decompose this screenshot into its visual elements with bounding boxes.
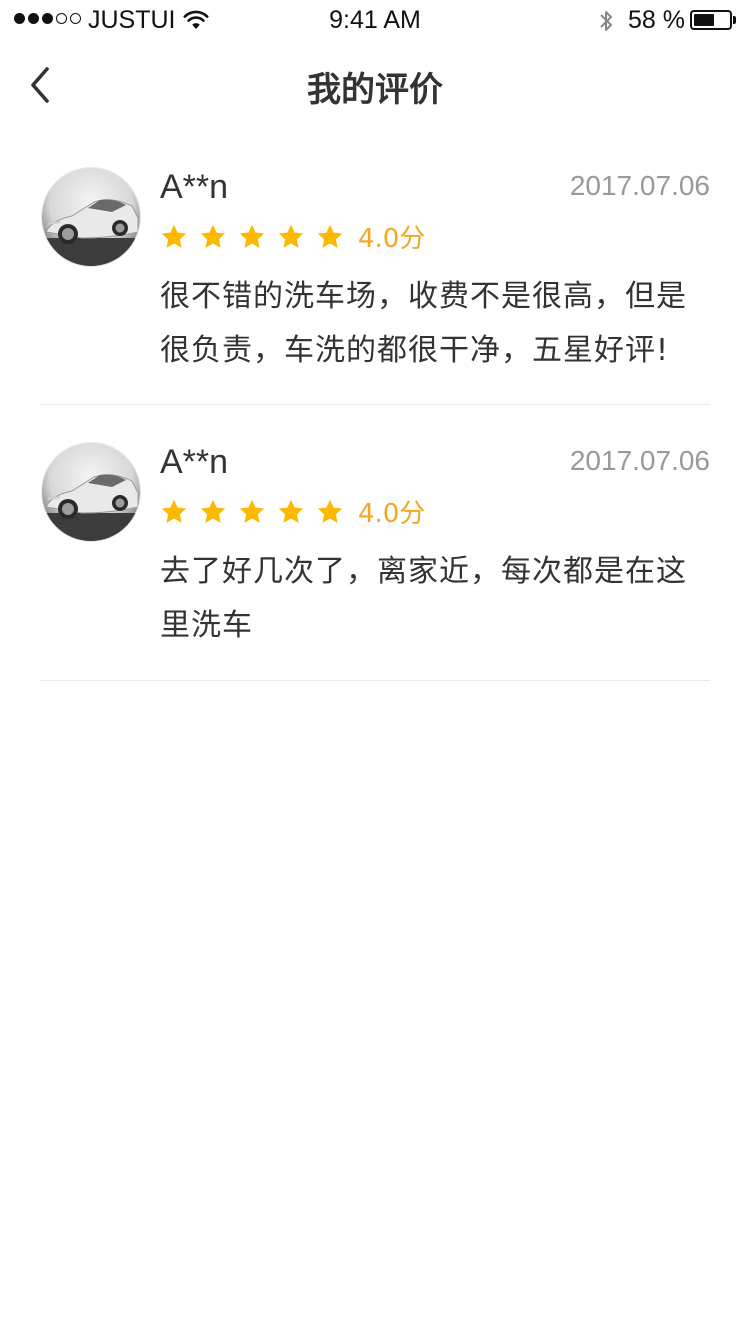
rating-score: 4.0分 xyxy=(358,224,426,254)
car-avatar-icon xyxy=(42,168,140,266)
star-icon xyxy=(239,499,265,523)
star-icon xyxy=(317,224,343,248)
star-rating: 4.0分 xyxy=(160,218,425,255)
star-icon xyxy=(239,224,265,248)
battery-percentage: 58 % xyxy=(628,6,685,34)
rating-score: 4.0分 xyxy=(358,499,426,529)
review-username: A**n xyxy=(160,168,229,206)
star-icon xyxy=(200,499,226,523)
stars-container xyxy=(160,498,355,526)
battery-tip xyxy=(733,16,736,24)
review-content: 很不错的洗车场，收费不是很高，但是很负责，车洗的都很干净，五星好评! xyxy=(160,279,687,368)
star-icon xyxy=(317,499,343,523)
status-bar: JUSTUI 9:41 AM 58 % xyxy=(0,0,750,40)
user-avatar[interactable] xyxy=(42,443,140,541)
stars-container xyxy=(160,223,355,251)
star-icon xyxy=(278,499,304,523)
star-icon xyxy=(278,224,304,248)
bluetooth-icon xyxy=(600,11,612,31)
star-icon xyxy=(161,499,187,523)
battery-icon xyxy=(690,10,732,30)
divider xyxy=(40,680,710,681)
review-content: 去了好几次了，离家近，每次都是在这里洗车 xyxy=(160,554,687,643)
user-avatar[interactable] xyxy=(42,168,140,266)
star-rating: 4.0分 xyxy=(160,493,425,530)
review-list: A**n 2017.07.06 4.0分 很不错的洗车场，收费不是很高，但是很负… xyxy=(0,130,750,681)
star-icon xyxy=(200,224,226,248)
car-avatar-icon xyxy=(42,443,140,541)
review-date: 2017.07.06 xyxy=(569,445,710,476)
review-item: A**n 2017.07.06 4.0分 很不错的洗车场，收费不是很高，但是很负… xyxy=(0,130,750,405)
review-username: A**n xyxy=(160,443,229,481)
star-icon xyxy=(161,224,187,248)
page-title: 我的评价 xyxy=(307,70,443,110)
navigation-bar: 我的评价 xyxy=(0,40,750,130)
review-date: 2017.07.06 xyxy=(569,170,710,201)
review-item: A**n 2017.07.06 4.0分 去了好几次了，离家近，每次都是在这里洗… xyxy=(0,405,750,681)
